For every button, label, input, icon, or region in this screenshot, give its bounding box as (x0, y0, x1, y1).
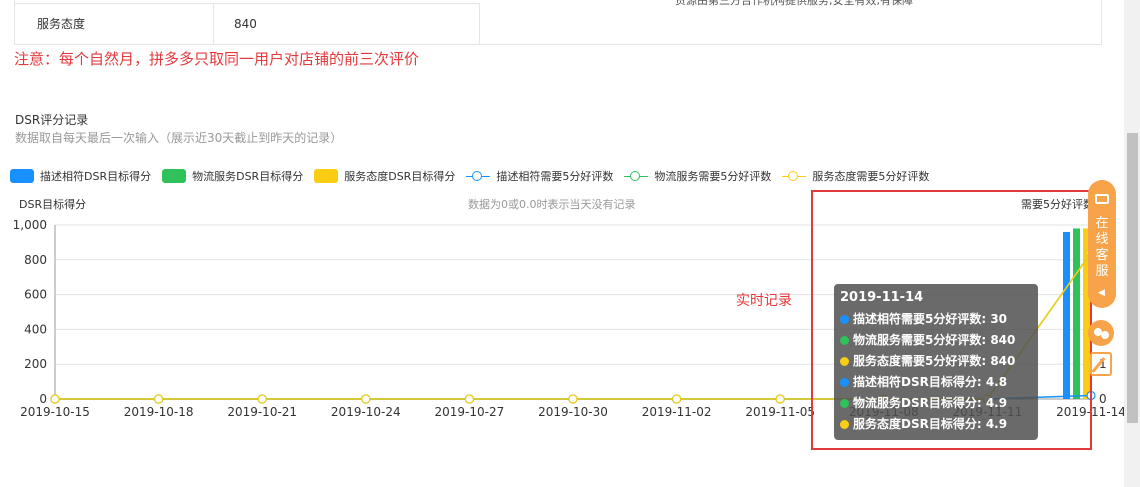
online-service-button[interactable]: 在线客服 ◀ (1088, 180, 1116, 308)
y-tick-label-left: 200 (24, 357, 47, 371)
tooltip-dot (840, 399, 849, 408)
collapse-arrow-icon: ◀ (1098, 288, 1105, 298)
line-point (464, 394, 474, 404)
line-point (257, 394, 267, 404)
tooltip-row: 描述相符DSR目标得分: 4.8 (840, 372, 1032, 393)
tooltip-row-text: 服务态度需要5分好评数: 840 (853, 354, 1016, 368)
edit-icon[interactable] (1090, 352, 1112, 376)
x-tick-label: 2019-10-24 (331, 405, 401, 419)
line-point (671, 394, 682, 404)
x-tick-label: 2019-10-15 (20, 405, 90, 419)
line-point (361, 394, 371, 404)
x-tick-label: 2019-10-18 (124, 405, 194, 419)
tooltip-row-text: 物流服务DSR目标得分: 4.9 (853, 396, 1008, 410)
line-point (775, 394, 785, 404)
annotation-label: 实时记录 (736, 293, 792, 309)
chat-icon (1095, 194, 1109, 204)
wechat-icon[interactable] (1088, 320, 1114, 346)
tooltip-dot (840, 420, 849, 429)
tooltip-dot (840, 336, 849, 345)
x-tick-label: 2019-11-02 (642, 405, 712, 419)
y-tick-label-left: 0 (39, 392, 47, 406)
online-service-label: 在线客服 (1095, 216, 1109, 279)
y-tick-label-right: 0 (1099, 392, 1107, 406)
line-point (50, 394, 60, 404)
tooltip-row-text: 描述相符需要5分好评数: 30 (853, 312, 1008, 326)
line-point (568, 394, 578, 404)
x-tick-label: 2019-10-27 (435, 405, 505, 419)
tooltip-row: 服务态度DSR目标得分: 4.9 (840, 414, 1032, 435)
tooltip-dot (840, 315, 849, 324)
x-tick-label: 2019-11-05 (745, 405, 815, 419)
tooltip-row-text: 物流服务需要5分好评数: 840 (853, 333, 1016, 347)
chart-tooltip: 2019-11-14 描述相符需要5分好评数: 30 物流服务需要5分好评数: … (834, 284, 1038, 440)
y-tick-label-left: 1,000 (13, 218, 47, 232)
x-tick-label: 2019-10-30 (538, 405, 608, 419)
tooltip-dot (840, 357, 849, 366)
tooltip-title: 2019-11-14 (840, 290, 924, 305)
tooltip-row-text: 描述相符DSR目标得分: 4.8 (853, 375, 1008, 389)
tooltip-row: 物流服务需要5分好评数: 840 (840, 330, 1032, 351)
y-tick-label-left: 600 (24, 288, 47, 302)
x-tick-label: 2019-10-21 (227, 405, 297, 419)
tooltip-dot (840, 378, 849, 387)
y-tick-label-left: 800 (24, 253, 47, 267)
line-point (154, 394, 164, 404)
tooltip-row: 物流服务DSR目标得分: 4.9 (840, 393, 1032, 414)
tooltip-row: 描述相符需要5分好评数: 30 (840, 309, 1032, 330)
scrollbar-thumb[interactable] (1127, 133, 1138, 423)
y-tick-label-left: 400 (24, 322, 47, 336)
tooltip-row: 服务态度需要5分好评数: 840 (840, 351, 1032, 372)
tooltip-row-text: 服务态度DSR目标得分: 4.9 (853, 417, 1008, 431)
